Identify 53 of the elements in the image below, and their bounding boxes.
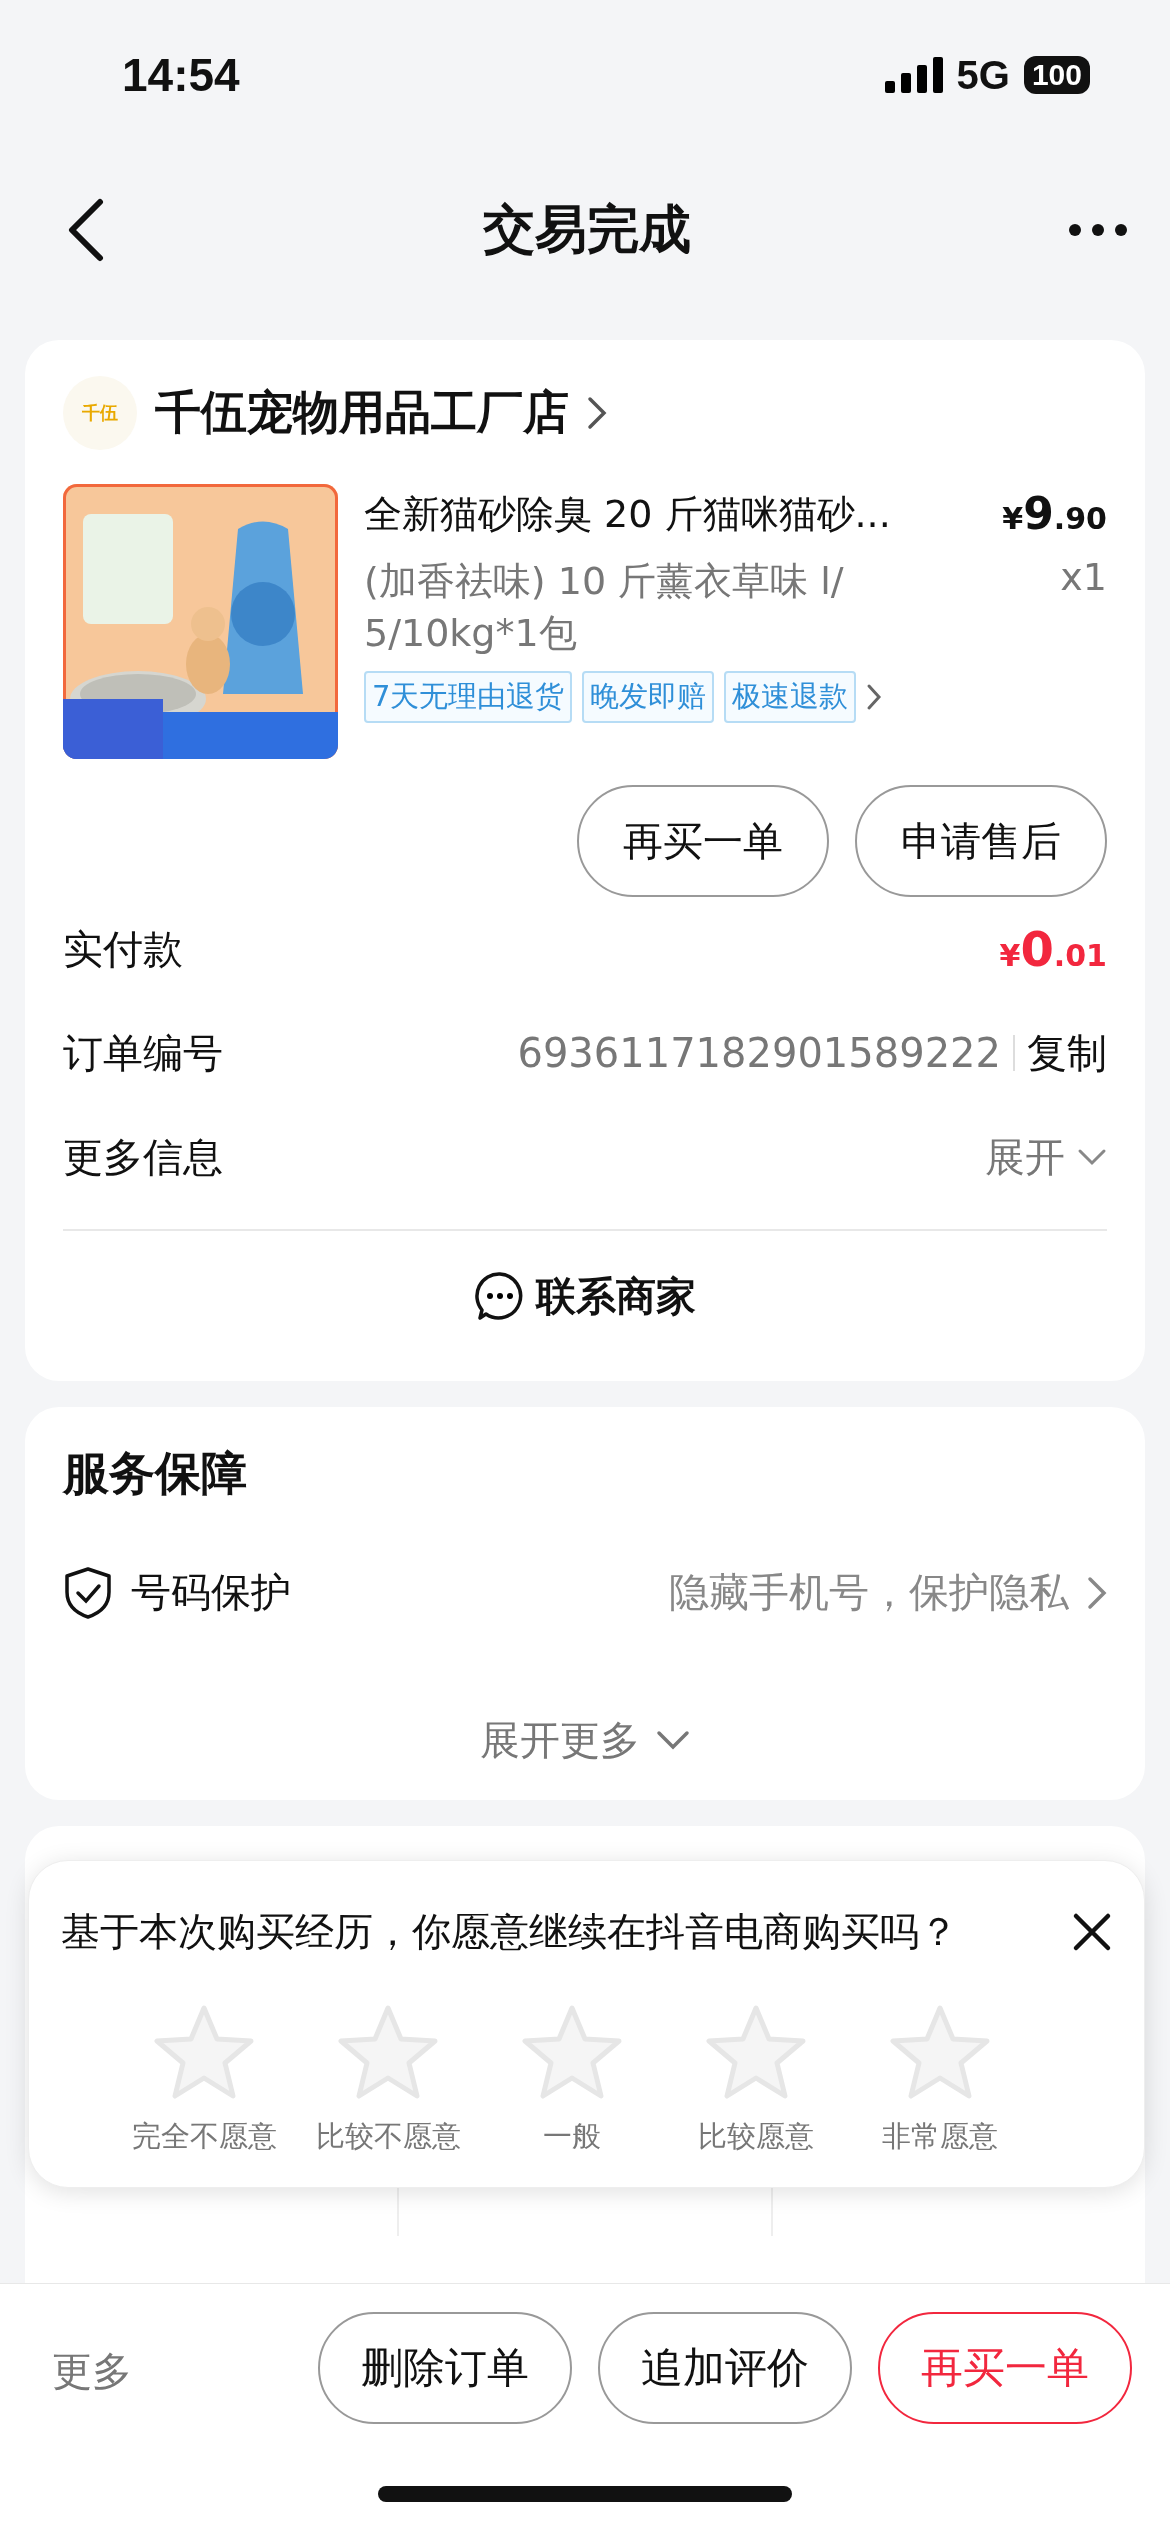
- info-label: 更多信息: [63, 1132, 223, 1182]
- battery-level: 100: [1023, 56, 1090, 94]
- star-icon[interactable]: [888, 2003, 992, 2101]
- star-icon[interactable]: [152, 2003, 256, 2101]
- copy-link[interactable]: 复制: [1027, 1025, 1107, 1081]
- product-title[interactable]: 全新猫砂除臭 20 斤猫咪猫砂...: [364, 484, 891, 549]
- action-button[interactable]: 申请售后: [855, 785, 1107, 897]
- chevron-down-icon[interactable]: [1077, 1148, 1107, 1166]
- info-label: 实付款: [63, 924, 183, 974]
- service-tag: 7天无理由退货: [364, 671, 573, 723]
- page-title: 交易完成: [483, 198, 691, 261]
- close-icon[interactable]: [1072, 1912, 1112, 1952]
- service-tag: 极速退款: [724, 671, 857, 723]
- chevron-right-icon[interactable]: [1087, 1575, 1107, 1610]
- back-icon[interactable]: [66, 198, 106, 262]
- shop-name[interactable]: 千伍宠物用品工厂店: [155, 382, 569, 444]
- signal-icon: [884, 57, 943, 93]
- chevron-down-icon[interactable]: [656, 1730, 690, 1750]
- star-icon[interactable]: [520, 2003, 624, 2101]
- order-number: 6936117182901589222: [517, 1030, 1001, 1076]
- star-icon[interactable]: [704, 2003, 808, 2101]
- service-detail[interactable]: 隐藏手机号，保护隐私: [669, 1565, 1069, 1620]
- product-quantity: x1: [1060, 555, 1107, 601]
- star-icon[interactable]: [336, 2003, 440, 2101]
- more-icon[interactable]: [1068, 223, 1128, 237]
- order-action-button[interactable]: 删除订单: [318, 2312, 572, 2424]
- rating-label: 非常愿意: [882, 2118, 998, 2155]
- more-link[interactable]: 更多: [52, 2344, 132, 2399]
- rating-label: 比较愿意: [698, 2118, 814, 2155]
- shop-logo: 千伍: [63, 376, 137, 450]
- expand-more-link[interactable]: 展开更多: [480, 1712, 640, 1768]
- service-label: 号码保护: [131, 1568, 292, 1617]
- action-button[interactable]: 再买一单: [577, 785, 829, 897]
- rating-label: 比较不愿意: [315, 2118, 461, 2155]
- shield-check-icon: [63, 1565, 113, 1620]
- paid-amount: ¥0.01: [999, 921, 1107, 977]
- network-label: 5G: [956, 52, 1010, 98]
- rating-stars[interactable]: 完全不愿意 比较不愿意 一般 比较愿意 非常愿意: [61, 2003, 1112, 2157]
- product-spec: (加香祛味) 10 斤薰衣草味 l/ 5/10kg*1包: [364, 558, 845, 657]
- status-time: 14:54: [122, 48, 240, 102]
- service-tag: 晚发即赔: [582, 671, 715, 723]
- product-price: ¥9.90: [1002, 487, 1107, 541]
- order-action-button[interactable]: 追加评价: [598, 2312, 852, 2424]
- section-title: 服务保障: [63, 1445, 248, 1502]
- expand-link[interactable]: 展开: [985, 1129, 1065, 1185]
- info-label: 订单编号: [63, 1028, 223, 1078]
- chevron-right-icon[interactable]: [587, 396, 607, 430]
- rating-label: 一般: [543, 2118, 601, 2155]
- contact-seller-link[interactable]: 联系商家: [536, 1268, 696, 1324]
- survey-question: 基于本次购买经历，你愿意继续在抖音电商购买吗？: [61, 1908, 958, 1956]
- chevron-right-icon[interactable]: [866, 683, 883, 711]
- rating-label: 完全不愿意: [131, 2118, 277, 2155]
- order-action-button[interactable]: 再买一单: [878, 2312, 1132, 2424]
